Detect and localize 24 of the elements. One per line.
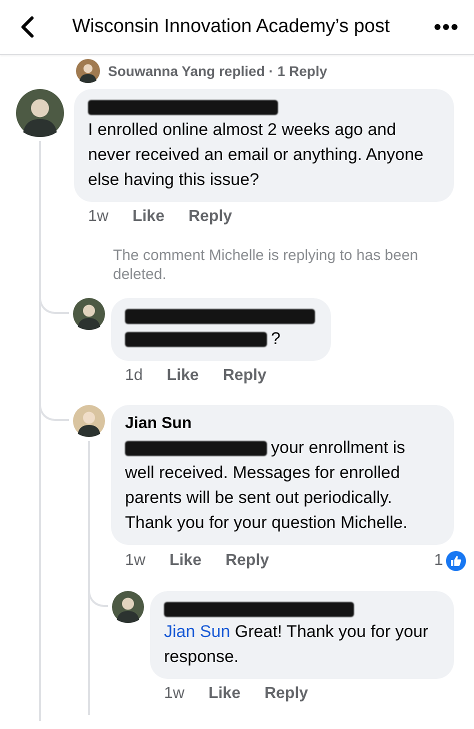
comment-time: 1d <box>125 367 143 385</box>
deleted-notice: The comment Michelle is replying to has been deleted. <box>113 246 420 284</box>
like-reaction-icon[interactable] <box>446 551 466 571</box>
like-button[interactable]: Like <box>169 552 202 570</box>
replied-summary[interactable]: Souwanna Yang replied · 1 Reply <box>108 63 328 79</box>
comment-text: ? <box>125 326 315 351</box>
like-button[interactable]: Like <box>166 367 199 385</box>
comment-text: your enrollment is well received. Messages for enrolled parents will be sent out periodically. Thank you for your question Michelle. <box>125 437 409 534</box>
like-button[interactable]: Like <box>208 685 240 703</box>
page-title: Wisconsin Innovation Academy’s post <box>71 16 391 38</box>
comment-time: 1w <box>88 208 108 226</box>
reply-button[interactable]: Reply <box>264 685 308 703</box>
comment-text: I enrolled online almost 2 weeks ago and never received an email or anything. Anyone else having this issue? <box>88 119 424 191</box>
reply-button[interactable]: Reply <box>222 367 266 385</box>
more-icon[interactable] <box>434 23 458 31</box>
comment-time: 1w <box>164 685 184 703</box>
like-button[interactable]: Like <box>132 208 164 226</box>
reaction-count: 1 <box>434 552 443 570</box>
comment-time: 1w <box>125 552 146 570</box>
reply-button[interactable]: Reply <box>225 552 270 570</box>
reply-button[interactable]: Reply <box>188 208 232 226</box>
comment-text: Jian Sun Great! Thank you for your response. <box>164 621 430 668</box>
commenter-name[interactable]: Jian Sun <box>125 413 438 435</box>
mention-link[interactable]: Jian Sun <box>164 622 230 641</box>
